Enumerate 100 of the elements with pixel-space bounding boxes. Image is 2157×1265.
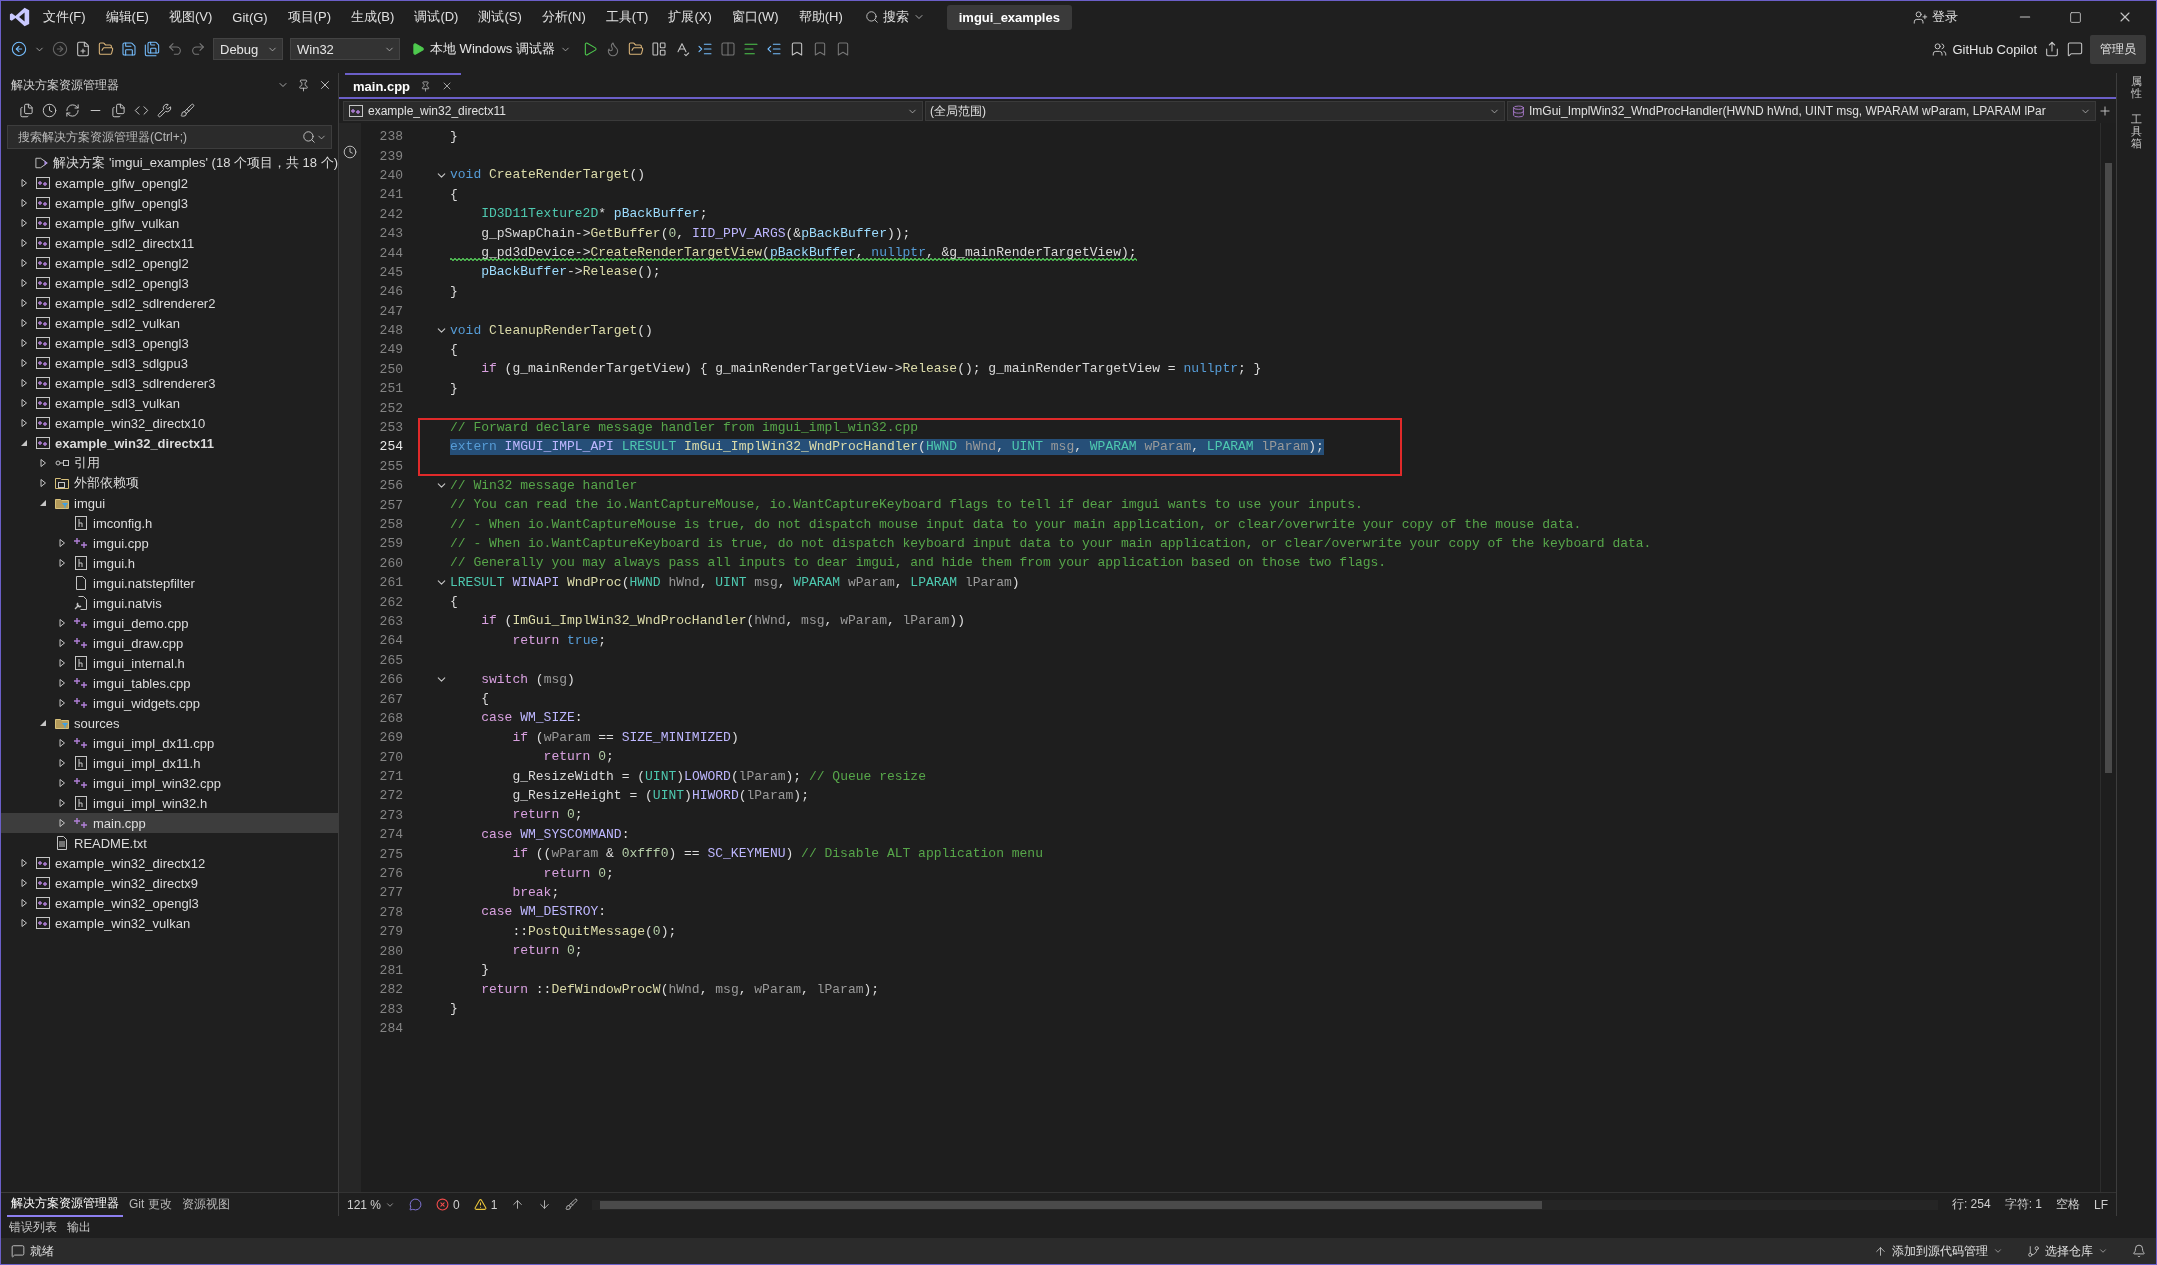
caret-icon[interactable] — [1993, 1246, 2003, 1256]
output-tab[interactable]: 输出 — [67, 1218, 91, 1236]
tree-item[interactable]: example_glfw_vulkan — [1, 213, 338, 233]
forward-icon[interactable] — [52, 41, 68, 57]
search-box[interactable]: 搜索解决方案资源管理器(Ctrl+;) — [7, 125, 332, 149]
redo-icon[interactable] — [190, 41, 206, 57]
split-icon[interactable] — [2098, 104, 2112, 118]
user-icon[interactable] — [1913, 9, 1928, 25]
tree-item[interactable]: example_sdl3_sdlgpu3 — [1, 353, 338, 373]
collapsed-arrow-icon[interactable] — [57, 618, 67, 628]
collapsed-arrow-icon[interactable] — [57, 638, 67, 648]
tree-item[interactable]: example_sdl2_opengl3 — [1, 273, 338, 293]
collapsed-arrow-icon[interactable] — [19, 378, 29, 388]
scope-dropdown[interactable]: (全局范围) — [925, 101, 1505, 121]
tree-item[interactable]: 解决方案 'imgui_examples' (18 个项目，共 18 个) — [1, 153, 338, 173]
side-tab[interactable]: 属性 — [2131, 75, 2142, 100]
tree-item[interactable]: sources — [1, 713, 338, 733]
tree-item[interactable]: 引用 — [1, 453, 338, 473]
platform-dropdown[interactable]: Win32 — [290, 38, 400, 60]
caret-icon[interactable] — [2098, 1246, 2108, 1256]
menu-item[interactable]: Git(G) — [224, 5, 276, 29]
tree-item[interactable]: imgui_demo.cpp — [1, 613, 338, 633]
tree-item[interactable]: imgui_draw.cpp — [1, 633, 338, 653]
collapsed-arrow-icon[interactable] — [57, 818, 67, 828]
menu-item[interactable]: 扩展(X) — [660, 4, 720, 30]
search-field[interactable]: 搜索解决方案资源管理器(Ctrl+;) — [16, 129, 302, 145]
layout-icon[interactable] — [650, 41, 667, 57]
search-icon[interactable] — [302, 130, 316, 144]
expanded-arrow-icon[interactable] — [38, 498, 48, 508]
file-tab[interactable]: main.cpp — [345, 73, 462, 97]
collapsed-arrow-icon[interactable] — [57, 538, 67, 548]
tree-item[interactable]: imgui_internal.h — [1, 653, 338, 673]
menu-item[interactable]: 视图(V) — [160, 4, 221, 30]
columns-icon[interactable] — [719, 41, 736, 57]
sign-in-button[interactable]: 登录 — [1913, 8, 1958, 26]
collapsed-arrow-icon[interactable] — [19, 858, 29, 868]
menu-item[interactable]: 窗口(W) — [723, 4, 787, 30]
tree-item[interactable]: example_sdl3_vulkan — [1, 393, 338, 413]
tree-item[interactable]: example_win32_opengl3 — [1, 893, 338, 913]
tree-item[interactable]: example_glfw_opengl2 — [1, 173, 338, 193]
panel-tab[interactable]: Git 更改 — [125, 1193, 176, 1216]
collapsed-arrow-icon[interactable] — [19, 898, 29, 908]
menu-item[interactable]: 项目(P) — [279, 4, 340, 30]
browse-icon[interactable] — [627, 41, 644, 57]
expanded-arrow-icon[interactable] — [19, 438, 29, 448]
menu-item[interactable]: 编辑(E) — [97, 4, 157, 30]
collapsed-arrow-icon[interactable] — [38, 478, 48, 488]
history-icon[interactable] — [42, 102, 57, 118]
line-indicator[interactable]: 行: 254 — [1951, 1196, 1991, 1213]
back-icon[interactable] — [11, 41, 27, 57]
tree-item[interactable]: imgui_impl_win32.cpp — [1, 773, 338, 793]
collapsed-arrow-icon[interactable] — [57, 758, 67, 768]
collapsed-arrow-icon[interactable] — [19, 918, 29, 928]
menu-item[interactable]: 工具(T) — [597, 4, 657, 30]
menu-item[interactable]: 帮助(H) — [790, 4, 851, 30]
tree-item[interactable]: imgui.natstepfilter — [1, 573, 338, 593]
menu-item[interactable]: 调试(D) — [406, 4, 467, 30]
up-arrow-icon[interactable] — [511, 1198, 525, 1211]
save-all-icon[interactable] — [144, 41, 160, 57]
menu-item[interactable]: 生成(B) — [343, 4, 403, 30]
tree-item[interactable]: main.cpp — [1, 813, 338, 833]
collapsed-arrow-icon[interactable] — [19, 318, 29, 328]
feedback-icon[interactable] — [2067, 41, 2083, 57]
down-arrow-icon[interactable] — [538, 1198, 552, 1211]
collapsed-arrow-icon[interactable] — [19, 398, 29, 408]
maximize-icon[interactable] — [2068, 10, 2082, 24]
tree-item[interactable]: example_sdl2_sdlrenderer2 — [1, 293, 338, 313]
pin-icon[interactable] — [420, 80, 432, 92]
properties-icon[interactable] — [157, 102, 172, 118]
collapsed-arrow-icon[interactable] — [57, 778, 67, 788]
tree-item[interactable]: example_win32_directx9 — [1, 873, 338, 893]
collapsed-arrow-icon[interactable] — [19, 418, 29, 428]
tree-item[interactable]: example_win32_vulkan — [1, 913, 338, 933]
output-tab[interactable]: 错误列表 — [9, 1218, 57, 1236]
panel-tab[interactable]: 资源视图 — [177, 1193, 234, 1216]
close-icon[interactable] — [318, 78, 332, 92]
error-count[interactable]: 0 — [436, 1197, 460, 1212]
collapsed-arrow-icon[interactable] — [19, 878, 29, 888]
tree-item[interactable]: imgui_tables.cpp — [1, 673, 338, 693]
tree-item[interactable]: example_win32_directx11 — [1, 433, 338, 453]
collapsed-arrow-icon[interactable] — [57, 678, 67, 688]
tree-item[interactable]: example_win32_directx10 — [1, 413, 338, 433]
collapsed-arrow-icon[interactable] — [38, 458, 48, 468]
collapsed-arrow-icon[interactable] — [19, 338, 29, 348]
share-icon[interactable] — [2044, 41, 2060, 57]
tree-item[interactable]: imgui.natvis — [1, 593, 338, 613]
configuration-dropdown[interactable]: Debug — [213, 38, 283, 60]
tree-item[interactable]: example_sdl2_vulkan — [1, 313, 338, 333]
zoom-dropdown[interactable]: 121 % — [347, 1197, 396, 1212]
expanded-arrow-icon[interactable] — [38, 718, 48, 728]
collapsed-arrow-icon[interactable] — [19, 358, 29, 368]
undo-icon[interactable] — [167, 41, 183, 57]
repository-icon[interactable] — [2027, 1244, 2040, 1258]
collapsed-arrow-icon[interactable] — [19, 278, 29, 288]
pin-icon[interactable] — [297, 78, 310, 92]
tree-item[interactable]: example_glfw_opengl3 — [1, 193, 338, 213]
collapsed-arrow-icon[interactable] — [19, 178, 29, 188]
collapsed-arrow-icon[interactable] — [57, 698, 67, 708]
uncomment-icon[interactable] — [765, 41, 782, 57]
tree-item[interactable]: example_sdl3_sdlrenderer3 — [1, 373, 338, 393]
